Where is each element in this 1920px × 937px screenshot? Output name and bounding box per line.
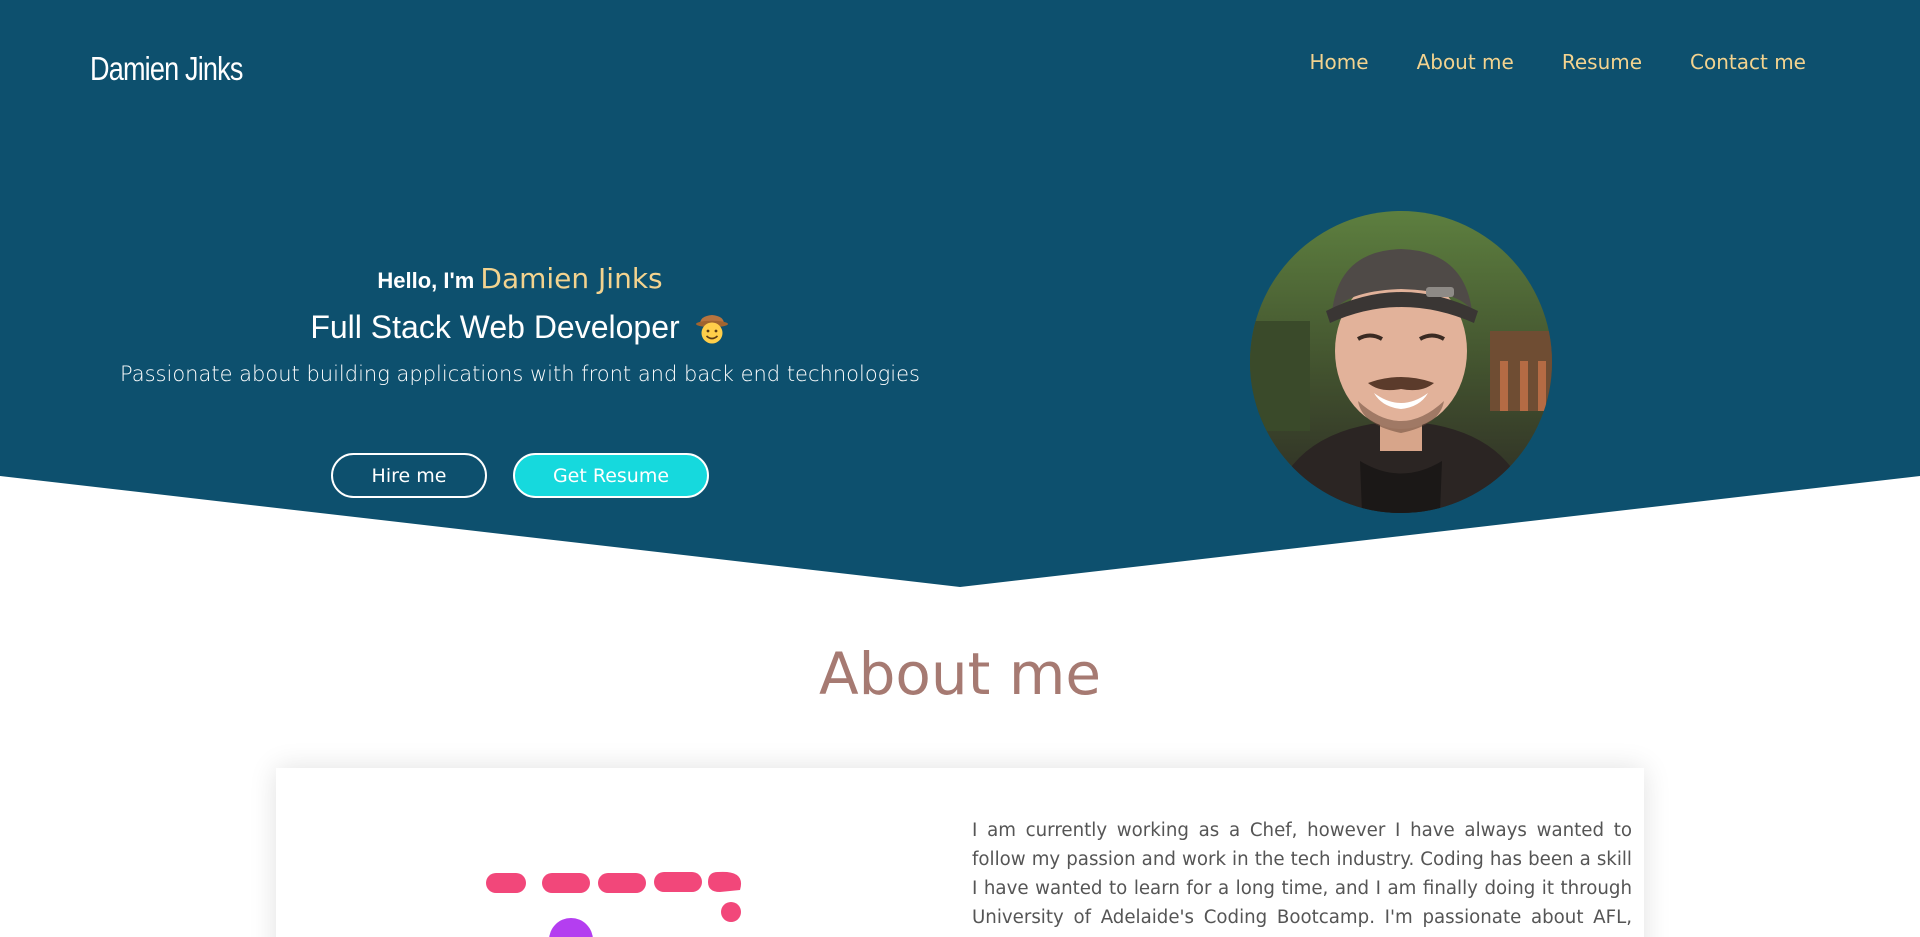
about-title: About me [818, 640, 1102, 708]
role-text: Full Stack Web Developer [310, 309, 680, 345]
about-paragraph: I am currently working as a Chef, howeve… [972, 820, 1632, 937]
nav-about[interactable]: About me [1417, 50, 1514, 74]
hello-prefix: Hello, I'm [377, 268, 475, 293]
get-resume-button[interactable]: Get Resume [513, 453, 709, 498]
about-illustration-icon [486, 871, 742, 937]
hero-intro: Hello, I'm Damien Jinks Full Stack Web D… [0, 262, 1040, 386]
hero-tagline: Passionate about building applications w… [120, 362, 920, 386]
nav-resume[interactable]: Resume [1562, 50, 1642, 74]
hero-role: Full Stack Web Developer [310, 309, 729, 346]
main-nav: Home About me Resume Contact me [1310, 50, 1807, 74]
profile-avatar [1250, 211, 1552, 513]
brand-logo[interactable]: Damien Jinks [90, 50, 243, 88]
about-card: I am currently working as a Chef, howeve… [276, 768, 1644, 937]
cowboy-emoji-icon [695, 314, 728, 343]
hero-greeting: Hello, I'm Damien Jinks [0, 262, 1040, 295]
nav-home[interactable]: Home [1310, 50, 1369, 74]
nav-contact[interactable]: Contact me [1690, 50, 1806, 74]
hero-buttons: Hire me Get Resume [331, 453, 709, 498]
hero-name: Damien Jinks [480, 262, 663, 295]
hire-me-button[interactable]: Hire me [331, 453, 487, 498]
profile-photo-icon [1250, 211, 1552, 513]
